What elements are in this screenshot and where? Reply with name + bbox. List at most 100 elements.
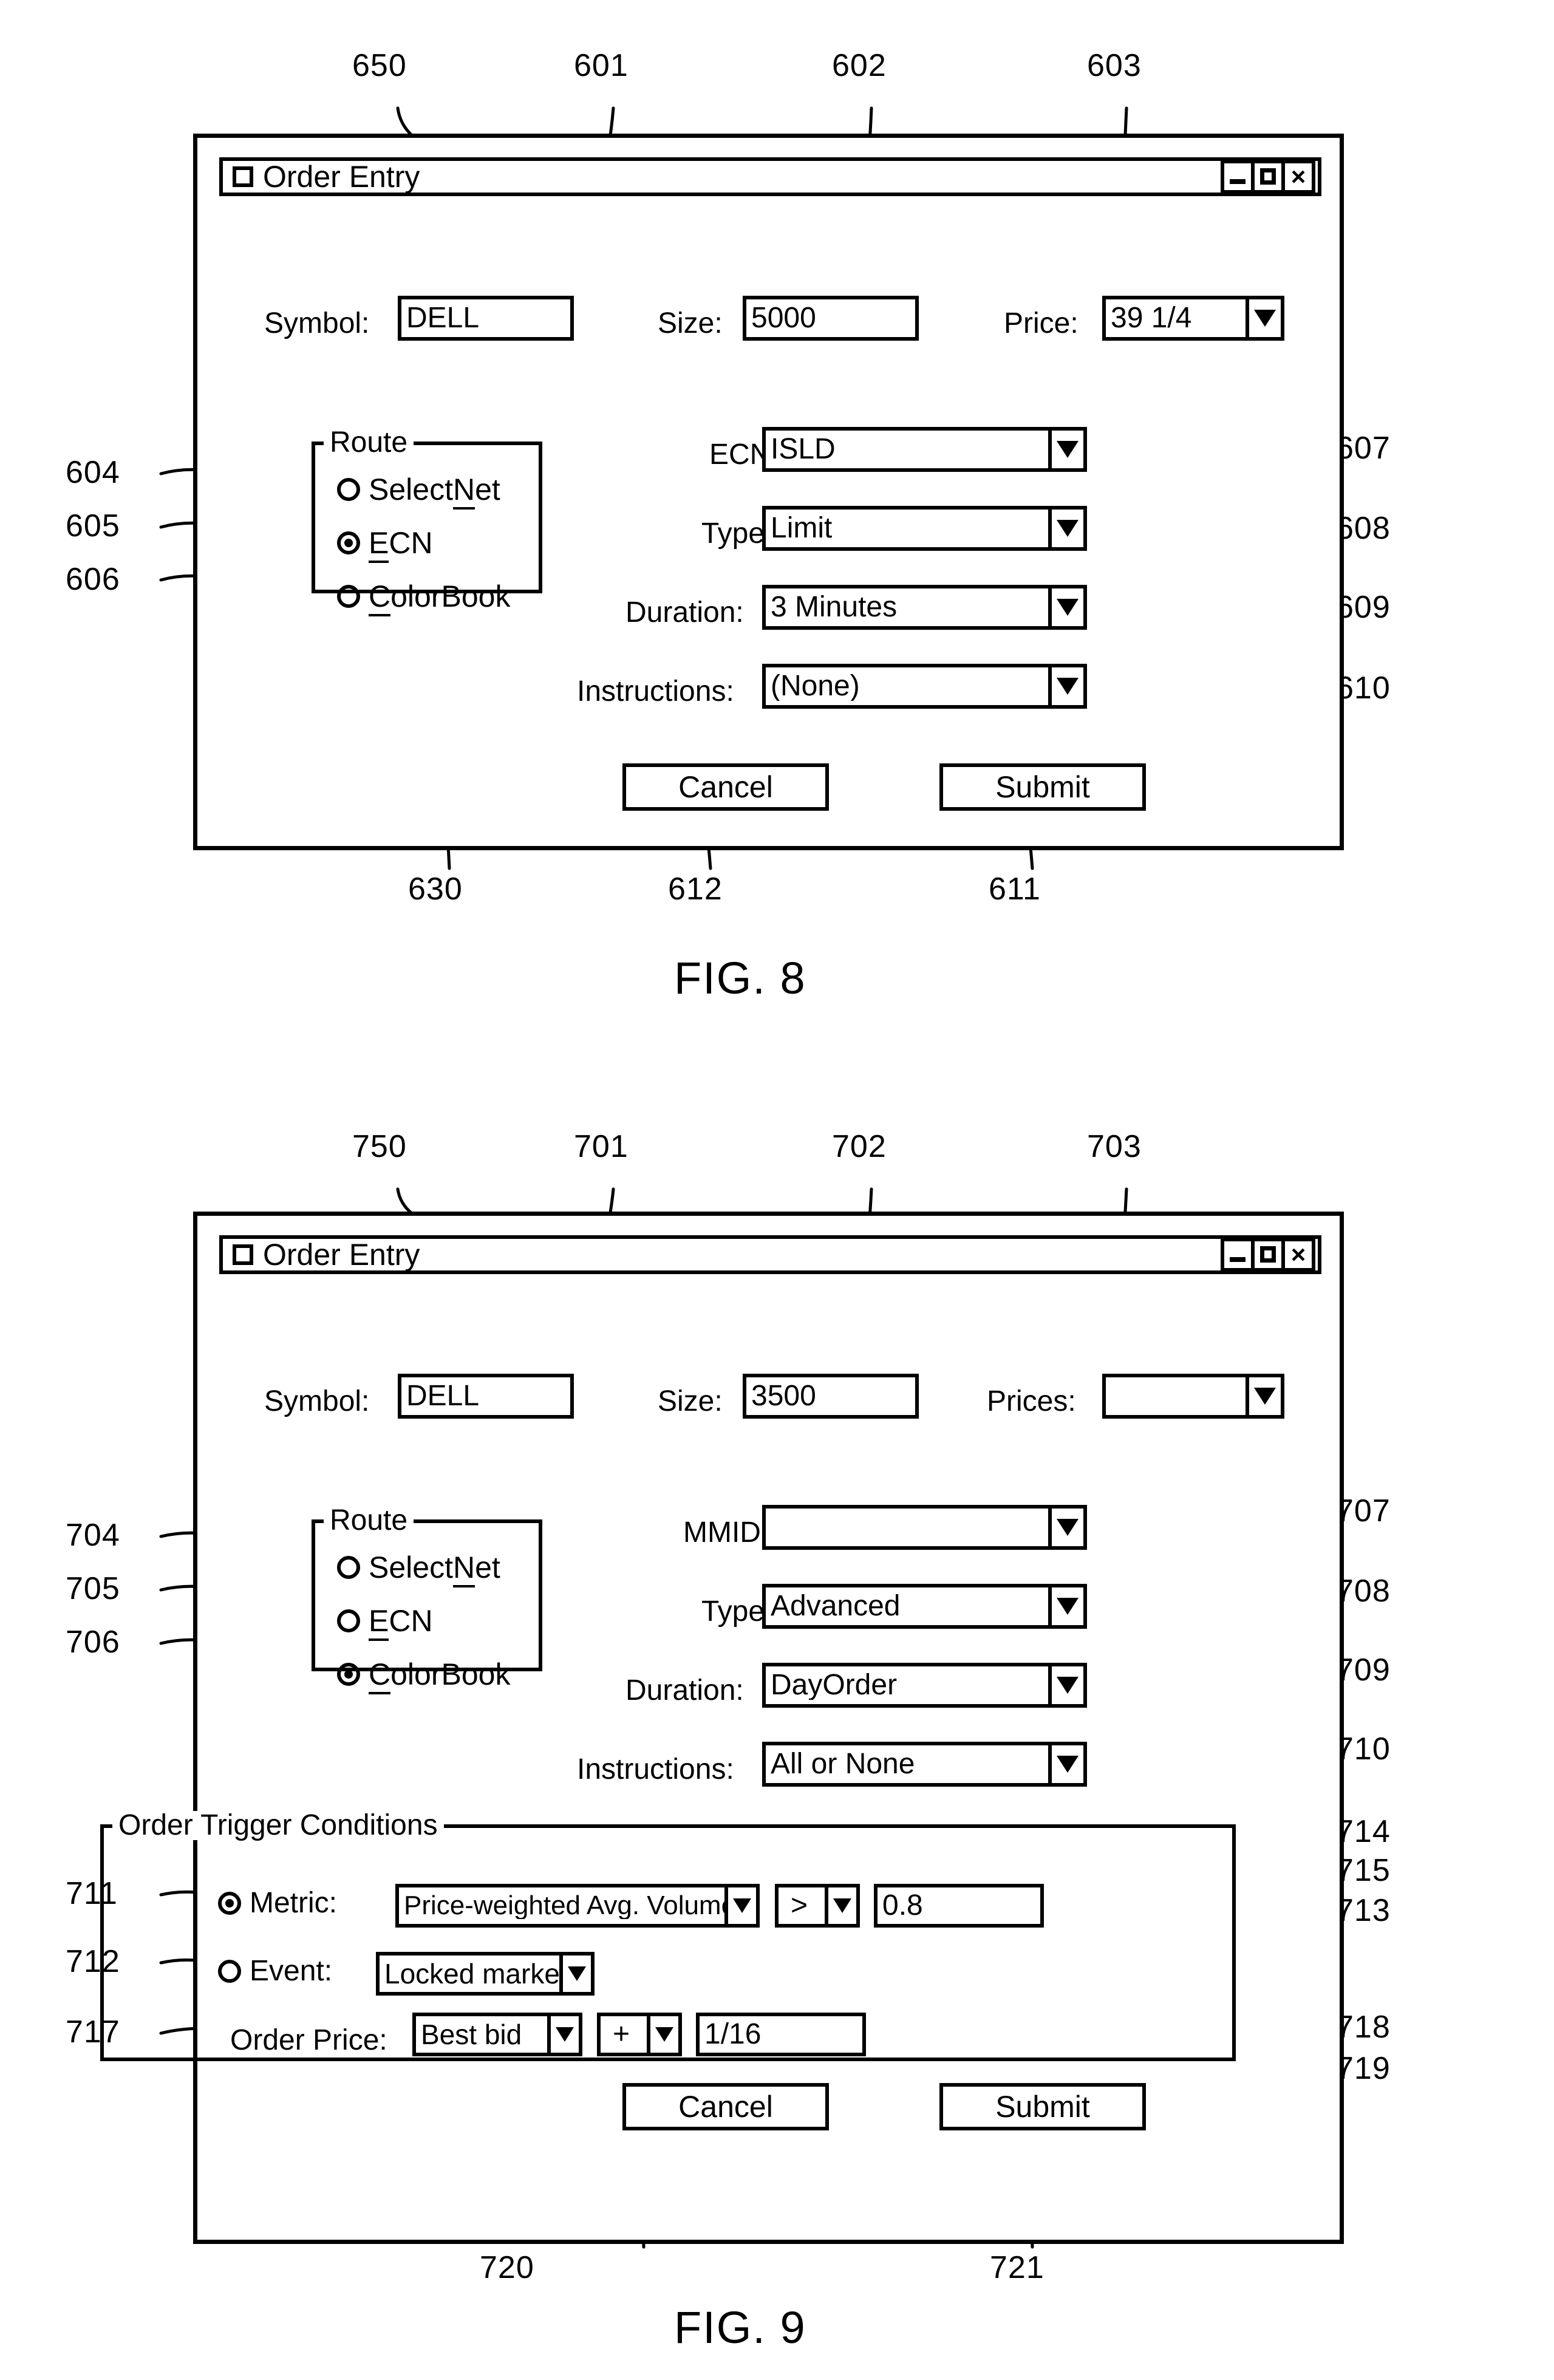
prices-label: Prices:: [987, 1385, 1076, 1417]
minimize-button[interactable]: [1221, 1238, 1255, 1272]
close-icon: ×: [1290, 162, 1306, 191]
chevron-down-icon: [1057, 1677, 1079, 1694]
close-button[interactable]: ×: [1281, 1238, 1315, 1272]
close-button[interactable]: ×: [1281, 160, 1315, 194]
ecn-dropdown-button[interactable]: [1048, 431, 1083, 468]
metric-threshold-input[interactable]: 0.8: [874, 1884, 1044, 1928]
title-bar[interactable]: Order Entry ×: [219, 1235, 1321, 1274]
chevron-down-icon: [1057, 441, 1079, 458]
radio-ecn[interactable]: [337, 531, 360, 554]
symbol-label: Symbol:: [264, 307, 370, 339]
radio-row-ecn[interactable]: ECN: [337, 1604, 433, 1641]
symbol-input[interactable]: DELL: [398, 296, 574, 341]
order-price-value: Best bid: [421, 2020, 522, 2048]
order-trigger-conditions-group: Order Trigger Conditions Metric: Price-w…: [100, 1811, 1236, 2061]
radio-row-selectnet[interactable]: SelectNet: [337, 1550, 500, 1587]
duration-dropdown-button[interactable]: [1048, 588, 1083, 626]
maximize-button[interactable]: [1251, 1238, 1285, 1272]
maximize-button[interactable]: [1251, 160, 1285, 194]
duration-value: 3 Minutes: [771, 593, 898, 622]
instructions-value: All or None: [771, 1750, 915, 1779]
price-dropdown-button[interactable]: [1246, 299, 1281, 337]
duration-dropdown-button[interactable]: [1048, 1666, 1083, 1704]
metric-operator-value: >: [791, 1891, 808, 1920]
duration-combobox[interactable]: DayOrder: [762, 1663, 1087, 1708]
chevron-down-icon: [833, 1898, 851, 1913]
order-price-operator-combobox[interactable]: +: [597, 2013, 682, 2056]
order-entry-window-fig9: Order Entry × Symbol: DELL Size: 3500 Pr…: [100, 1212, 1344, 2244]
order-price-combobox[interactable]: Best bid: [412, 2013, 582, 2056]
price-combobox[interactable]: 39 1/4: [1102, 296, 1284, 341]
chevron-down-icon: [556, 2027, 574, 2042]
symbol-input[interactable]: DELL: [398, 1374, 574, 1419]
ref-607: 607: [1336, 431, 1391, 466]
order-price-offset-input[interactable]: 1/16: [696, 2013, 866, 2056]
radio-colorbook[interactable]: [337, 1663, 360, 1686]
ref-721: 721: [990, 2250, 1045, 2285]
metric-operator-combobox[interactable]: >: [775, 1884, 860, 1928]
radio-ecn[interactable]: [337, 1609, 360, 1632]
system-menu-icon[interactable]: [233, 1244, 253, 1265]
order-price-operator-dropdown-button[interactable]: [647, 2016, 678, 2053]
radio-row-event[interactable]: Event:: [218, 1957, 332, 1986]
chevron-down-icon: [1057, 1756, 1079, 1773]
window-title: Order Entry: [263, 1238, 420, 1272]
ref-719: 719: [1336, 2051, 1391, 2086]
type-value: Limit: [771, 514, 833, 543]
type-dropdown-button[interactable]: [1048, 510, 1083, 547]
type-combobox[interactable]: Limit: [762, 506, 1087, 551]
radio-label-ecn: ECN: [369, 1604, 433, 1641]
radio-row-metric[interactable]: Metric:: [218, 1889, 337, 1918]
order-price-dropdown-button[interactable]: [547, 2016, 579, 2053]
mmid-combobox[interactable]: [762, 1505, 1087, 1550]
title-bar[interactable]: Order Entry ×: [219, 157, 1321, 196]
cancel-button[interactable]: Cancel: [622, 2083, 829, 2130]
radio-row-colorbook[interactable]: ColorBook: [337, 1657, 510, 1694]
radio-colorbook[interactable]: [337, 585, 360, 608]
size-value: 5000: [751, 304, 816, 333]
ref-704: 704: [66, 1518, 120, 1553]
submit-button[interactable]: Submit: [939, 763, 1146, 811]
cancel-button[interactable]: Cancel: [622, 763, 829, 811]
radio-selectnet[interactable]: [337, 1556, 360, 1579]
radio-row-colorbook[interactable]: ColorBook: [337, 579, 510, 616]
radio-label-selectnet: SelectNet: [369, 472, 500, 510]
ref-705: 705: [66, 1571, 120, 1606]
system-menu-icon[interactable]: [233, 166, 253, 187]
instructions-dropdown-button[interactable]: [1048, 667, 1083, 705]
instructions-combobox[interactable]: All or None: [762, 1742, 1087, 1787]
ref-701: 701: [574, 1129, 629, 1164]
prices-combobox[interactable]: [1102, 1374, 1284, 1419]
ref-718: 718: [1336, 2010, 1391, 2045]
minimize-icon: [1230, 179, 1246, 184]
type-dropdown-button[interactable]: [1048, 1587, 1083, 1625]
duration-label: Duration:: [625, 1674, 744, 1707]
mmid-dropdown-button[interactable]: [1048, 1509, 1083, 1546]
type-combobox[interactable]: Advanced: [762, 1584, 1087, 1629]
minimize-button[interactable]: [1221, 160, 1255, 194]
radio-row-ecn[interactable]: ECN: [337, 526, 433, 563]
metric-operator-dropdown-button[interactable]: [825, 1887, 856, 1924]
duration-combobox[interactable]: 3 Minutes: [762, 585, 1087, 630]
symbol-value: DELL: [406, 1382, 480, 1411]
size-input[interactable]: 5000: [743, 296, 919, 341]
instructions-value: (None): [771, 672, 860, 701]
size-input[interactable]: 3500: [743, 1374, 919, 1419]
event-dropdown-button[interactable]: [559, 1955, 591, 1992]
instructions-combobox[interactable]: (None): [762, 664, 1087, 709]
metric-combobox[interactable]: Price-weighted Avg. Volume: [395, 1884, 760, 1928]
instructions-dropdown-button[interactable]: [1048, 1745, 1083, 1783]
radio-row-selectnet[interactable]: SelectNet: [337, 472, 500, 510]
chevron-down-icon: [1057, 678, 1079, 695]
metric-dropdown-button[interactable]: [724, 1887, 756, 1924]
event-combobox[interactable]: Locked market: [376, 1952, 595, 1996]
prices-dropdown-button[interactable]: [1246, 1377, 1281, 1415]
ref-702: 702: [832, 1129, 887, 1164]
ecn-combobox[interactable]: ISLD: [762, 427, 1087, 472]
radio-selectnet[interactable]: [337, 478, 360, 501]
radio-metric[interactable]: [218, 1892, 241, 1915]
ref-720: 720: [480, 2250, 534, 2285]
maximize-icon: [1260, 1246, 1276, 1263]
radio-event[interactable]: [218, 1960, 241, 1983]
submit-button[interactable]: Submit: [939, 2083, 1146, 2130]
